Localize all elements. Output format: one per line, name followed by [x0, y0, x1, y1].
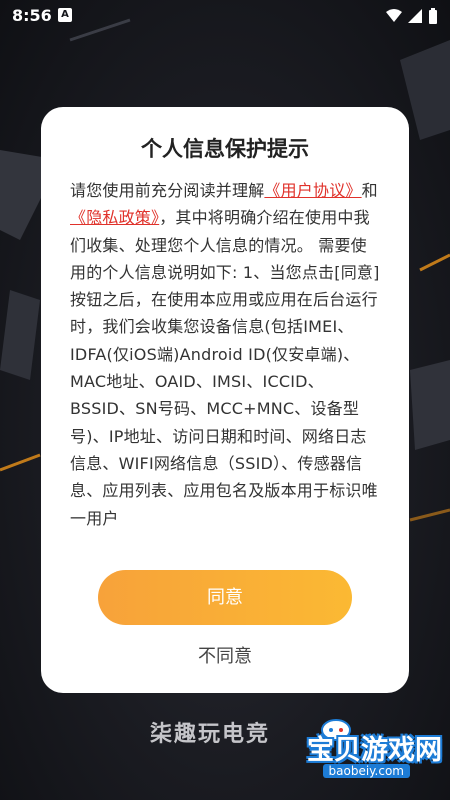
watermark-url: baobeiy.com [322, 764, 410, 778]
notification-icon: A [58, 8, 72, 22]
battery-icon [429, 8, 437, 24]
dialog-title: 个人信息保护提示 [141, 137, 309, 161]
body-intro: 请您使用前充分阅读并理解 [70, 181, 265, 200]
status-icons [386, 8, 438, 24]
brand-text: 柒趣玩电竞 [150, 722, 271, 747]
disagree-button[interactable]: 不同意 [41, 639, 409, 675]
privacy-policy-link[interactable]: 《隐私政策》 [70, 208, 159, 227]
wifi-icon [386, 9, 402, 22]
privacy-dialog: 个人信息保护提示 请您使用前充分阅读并理解《用户协议》和《隐私政策》，其中将明确… [41, 107, 409, 693]
signal-icon [408, 9, 422, 23]
watermark-text: 宝贝游戏网 [307, 735, 442, 766]
status-time: 8:56 [12, 6, 52, 25]
body-and: 和 [361, 181, 378, 200]
status-bar: 8:56 A [0, 0, 450, 32]
body-rest: ，其中将明确介绍在使用中我们收集、处理您个人信息的情况。 需要使用的个人信息说明… [70, 208, 380, 528]
agree-button[interactable]: 同意 [98, 570, 352, 625]
user-agreement-link[interactable]: 《用户协议》 [264, 181, 361, 200]
